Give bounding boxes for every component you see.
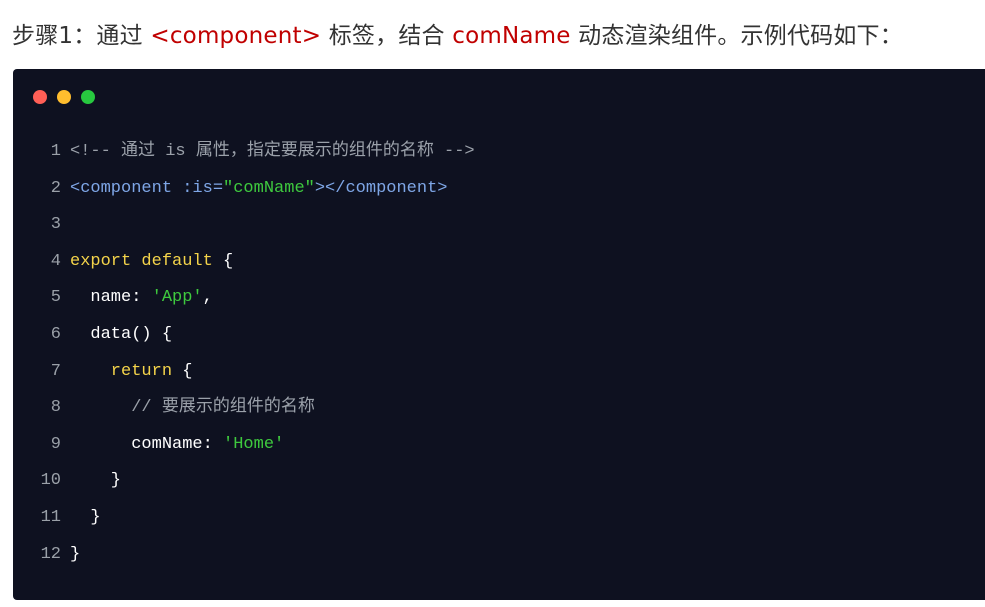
code-line: 5 name: 'App', [13, 285, 475, 322]
code-line: 9 comName: 'Home' [13, 432, 475, 469]
code-token-plain: { [172, 361, 193, 381]
line-number: 5 [50, 288, 61, 308]
code-token-plain: { [212, 251, 234, 271]
line-code: } [70, 468, 121, 505]
line-number: 11 [40, 507, 61, 527]
line-code: name: 'App', [70, 285, 213, 322]
window-minimize-dot-icon [57, 90, 71, 104]
code-token-plain: data() { [70, 324, 173, 344]
code-line: 1 <!-- 通过 is 属性，指定要展示的组件的名称 --> [13, 139, 475, 176]
code-line: 12} [13, 542, 475, 579]
line-code: return { [70, 359, 193, 396]
line-number: 7 [50, 361, 61, 381]
heading-text: 步骤1：通过 [12, 23, 151, 49]
code-lines: 1 <!-- 通过 is 属性，指定要展示的组件的名称 --> 2 <componen… [13, 139, 475, 578]
code-token-tag: <component :is= [70, 178, 224, 198]
code-token-plain: comName: [70, 434, 224, 454]
line-number: 2 [50, 178, 61, 198]
line-number: 9 [50, 434, 61, 454]
line-number: 10 [40, 471, 61, 491]
step-heading: 步骤1：通过 <component> 标签，结合 comName 动态渲染组件。… [12, 16, 903, 50]
code-token-plain: name: [70, 288, 152, 308]
code-line: 4 export default { [13, 249, 475, 286]
code-token-comment: // 要展示的组件的名称 [70, 398, 315, 418]
heading-text: 标签，结合 [321, 23, 453, 49]
code-token-str: 'App' [151, 288, 203, 308]
line-code: comName: 'Home' [70, 432, 284, 469]
code-line: 10 } [13, 468, 475, 505]
line-code: } [70, 542, 80, 579]
code-line: 2 <component :is="comName"></component> [13, 176, 475, 213]
code-token-plain: , [202, 288, 213, 308]
line-code: export default { [70, 249, 233, 286]
code-block: 1 <!-- 通过 is 属性，指定要展示的组件的名称 --> 2 <componen… [13, 69, 985, 600]
code-token-kw: export default [70, 251, 213, 271]
heading-code-component: <component> [150, 23, 322, 49]
code-line: 7 return { [13, 359, 475, 396]
line-code: data() { [70, 322, 172, 359]
line-number: 12 [40, 544, 61, 564]
code-token-tag: ></component> [314, 178, 448, 198]
line-number: 3 [50, 215, 61, 235]
code-token-plain: } [70, 507, 101, 527]
code-token-str: "comName" [223, 178, 315, 198]
code-line: 11 } [13, 505, 475, 542]
code-token-plain: } [70, 471, 122, 491]
line-number: 8 [50, 398, 61, 418]
window-close-dot-icon [33, 90, 47, 104]
line-code: } [70, 505, 101, 542]
heading-code-comname: comName [452, 23, 571, 49]
heading-text: 动态渲染组件。示例代码如下： [570, 23, 903, 49]
line-number: 6 [50, 324, 61, 344]
code-line: 8 // 要展示的组件的名称 [13, 395, 475, 432]
code-line: 3 [13, 212, 475, 249]
window-maximize-dot-icon [81, 90, 95, 104]
line-code: <component :is="comName"></component> [70, 176, 447, 213]
line-code: <!-- 通过 is 属性，指定要展示的组件的名称 --> [70, 139, 475, 176]
code-token-str: 'Home' [223, 434, 285, 454]
line-number: 1 [50, 142, 61, 161]
code-token-kw: return [70, 361, 173, 381]
code-token-plain: } [70, 544, 81, 564]
line-code: // 要展示的组件的名称 [70, 395, 315, 432]
code-token-comment: <!-- 通过 is 属性，指定要展示的组件的名称 --> [70, 142, 475, 161]
code-line: 6 data() { [13, 322, 475, 359]
line-number: 4 [50, 251, 61, 271]
